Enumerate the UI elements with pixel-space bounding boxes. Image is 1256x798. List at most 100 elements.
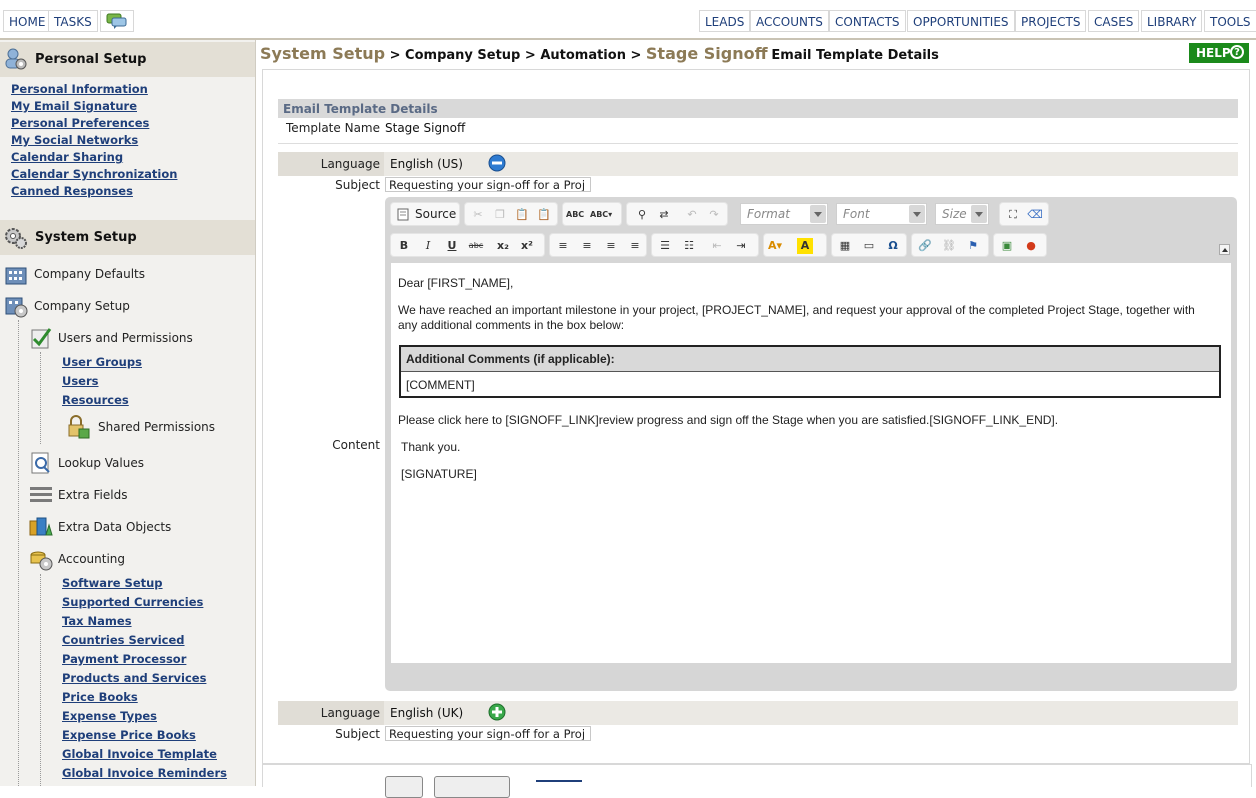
item-lookup-values[interactable]: Lookup Values xyxy=(58,456,144,470)
breadcrumb-current-page: Email Template Details xyxy=(771,48,939,63)
add-language-icon[interactable] xyxy=(488,703,506,721)
unlink-icon[interactable]: ⛓ xyxy=(941,238,957,254)
nav-accounts[interactable]: ACCOUNTS xyxy=(750,10,829,32)
link-my-social-networks[interactable]: My Social Networks xyxy=(11,133,138,147)
copy-icon[interactable]: ❐ xyxy=(492,207,508,223)
nav-leads[interactable]: LEADS xyxy=(699,10,751,32)
link-calendar-synchronization[interactable]: Calendar Synchronization xyxy=(11,167,177,181)
maximize-icon[interactable]: ⛶ xyxy=(1005,207,1021,223)
item-accounting[interactable]: Accounting xyxy=(58,552,125,566)
redo-icon[interactable]: ↷ xyxy=(706,207,722,223)
anchor-flag-icon[interactable]: ⚑ xyxy=(965,238,981,254)
nav-contacts[interactable]: CONTACTS xyxy=(829,10,906,32)
link-software-setup[interactable]: Software Setup xyxy=(62,576,163,590)
format-select[interactable]: Format xyxy=(740,203,828,225)
special-character-icon[interactable]: Ω xyxy=(885,238,901,254)
italic-icon[interactable]: I xyxy=(420,238,436,254)
link-global-invoice-template[interactable]: Global Invoice Template xyxy=(62,747,217,761)
strikethrough-icon[interactable]: abc xyxy=(468,238,484,254)
link-icon[interactable]: 🔗 xyxy=(917,238,933,254)
nav-cases[interactable]: CASES xyxy=(1088,10,1140,32)
size-select[interactable]: Size xyxy=(935,203,989,225)
nav-home[interactable]: HOME xyxy=(3,10,52,32)
building-icon xyxy=(5,267,27,285)
link-users[interactable]: Users xyxy=(62,374,99,388)
numbered-list-icon[interactable]: ☰ xyxy=(657,238,673,254)
spellcheck-as-you-type-icon[interactable]: ABC▾ xyxy=(590,207,612,223)
font-placeholder: Font xyxy=(843,207,870,221)
link-supported-currencies[interactable]: Supported Currencies xyxy=(62,595,203,609)
eraser-icon[interactable]: ⌫ xyxy=(1027,207,1043,223)
link-my-email-signature[interactable]: My Email Signature xyxy=(11,99,137,113)
link-payment-processor[interactable]: Payment Processor xyxy=(62,652,186,666)
subscript-icon[interactable]: x₂ xyxy=(495,238,511,254)
nav-opportunities[interactable]: OPPORTUNITIES xyxy=(907,10,1015,32)
nav-tasks[interactable]: TASKS xyxy=(48,10,98,32)
align-center-icon[interactable]: ≡ xyxy=(579,238,595,254)
editor-content-area[interactable]: Dear [FIRST_NAME], We have reached an im… xyxy=(391,263,1231,663)
underline-icon[interactable]: U xyxy=(444,238,460,254)
undo-icon[interactable]: ↶ xyxy=(684,207,700,223)
save-and-close-button[interactable] xyxy=(434,776,510,798)
item-users-permissions[interactable]: Users and Permissions xyxy=(58,331,193,345)
breadcrumb-system-setup[interactable]: System Setup xyxy=(260,44,385,63)
system-setup-title: System Setup xyxy=(35,230,137,245)
source-button[interactable]: Source xyxy=(415,207,456,221)
item-shared-permissions[interactable]: Shared Permissions xyxy=(98,420,215,434)
cancel-link[interactable] xyxy=(536,780,582,788)
horizontal-rule-icon[interactable]: ▭ xyxy=(861,238,877,254)
bulleted-list-icon[interactable]: ☷ xyxy=(681,238,697,254)
bold-icon[interactable]: B xyxy=(396,238,412,254)
find-group: ⚲ ⇄ ↶ ↷ xyxy=(626,202,728,226)
item-company-setup[interactable]: Company Setup xyxy=(34,299,130,313)
spellcheck-icon[interactable]: ABC xyxy=(566,207,584,223)
breadcrumb-separator: > xyxy=(385,48,406,63)
text-color-icon[interactable]: A▾ xyxy=(767,238,783,254)
help-button[interactable]: HELP ? xyxy=(1189,43,1249,63)
link-global-invoice-reminders[interactable]: Global Invoice Reminders xyxy=(62,766,227,780)
link-personal-information[interactable]: Personal Information xyxy=(11,82,148,96)
breadcrumb-automation[interactable]: Automation xyxy=(540,48,626,63)
link-calendar-sharing[interactable]: Calendar Sharing xyxy=(11,150,123,164)
justify-icon[interactable]: ≡ xyxy=(627,238,643,254)
nav-library[interactable]: LIBRARY xyxy=(1141,10,1203,32)
link-products-and-services[interactable]: Products and Services xyxy=(62,671,206,685)
link-expense-types[interactable]: Expense Types xyxy=(62,709,157,723)
link-user-groups[interactable]: User Groups xyxy=(62,355,142,369)
font-select[interactable]: Font xyxy=(836,203,927,225)
nav-projects[interactable]: PROJECTS xyxy=(1015,10,1087,32)
replace-icon[interactable]: ⇄ xyxy=(656,207,672,223)
find-icon[interactable]: ⚲ xyxy=(634,207,650,223)
subject-input-uk[interactable]: Requesting your sign-off for a Proj xyxy=(385,726,591,741)
breadcrumb-stage-signoff[interactable]: Stage Signoff xyxy=(646,44,768,63)
item-extra-data-objects[interactable]: Extra Data Objects xyxy=(58,520,171,534)
item-company-defaults[interactable]: Company Defaults xyxy=(34,267,145,281)
nav-tools[interactable]: TOOLS xyxy=(1204,10,1256,32)
table-icon[interactable]: ▦ xyxy=(837,238,853,254)
link-price-books[interactable]: Price Books xyxy=(62,690,138,704)
link-countries-serviced[interactable]: Countries Serviced xyxy=(62,633,185,647)
background-color-icon[interactable]: A xyxy=(797,238,813,254)
image-icon[interactable]: ▣ xyxy=(999,238,1015,254)
paste-word-icon[interactable]: 📋 xyxy=(536,207,552,223)
indent-icon[interactable]: ⇥ xyxy=(733,238,749,254)
link-expense-price-books[interactable]: Expense Price Books xyxy=(62,728,196,742)
link-personal-preferences[interactable]: Personal Preferences xyxy=(11,116,149,130)
superscript-icon[interactable]: x² xyxy=(519,238,535,254)
outdent-icon[interactable]: ⇤ xyxy=(709,238,725,254)
link-tax-names[interactable]: Tax Names xyxy=(62,614,132,628)
link-resources[interactable]: Resources xyxy=(62,393,129,407)
cut-icon[interactable]: ✂ xyxy=(470,207,486,223)
nav-chat[interactable] xyxy=(100,10,134,32)
item-extra-fields[interactable]: Extra Fields xyxy=(58,488,127,502)
collapse-toolbar-button[interactable] xyxy=(1219,244,1230,255)
flash-icon[interactable]: ● xyxy=(1023,238,1039,254)
align-right-icon[interactable]: ≡ xyxy=(603,238,619,254)
subject-input-us[interactable]: Requesting your sign-off for a Proj xyxy=(385,177,591,192)
remove-language-icon[interactable] xyxy=(488,154,506,172)
breadcrumb-company-setup[interactable]: Company Setup xyxy=(405,48,520,63)
link-canned-responses[interactable]: Canned Responses xyxy=(11,184,133,198)
align-left-icon[interactable]: ≡ xyxy=(555,238,571,254)
save-button[interactable] xyxy=(385,776,423,798)
paste-icon[interactable]: 📋 xyxy=(514,207,530,223)
